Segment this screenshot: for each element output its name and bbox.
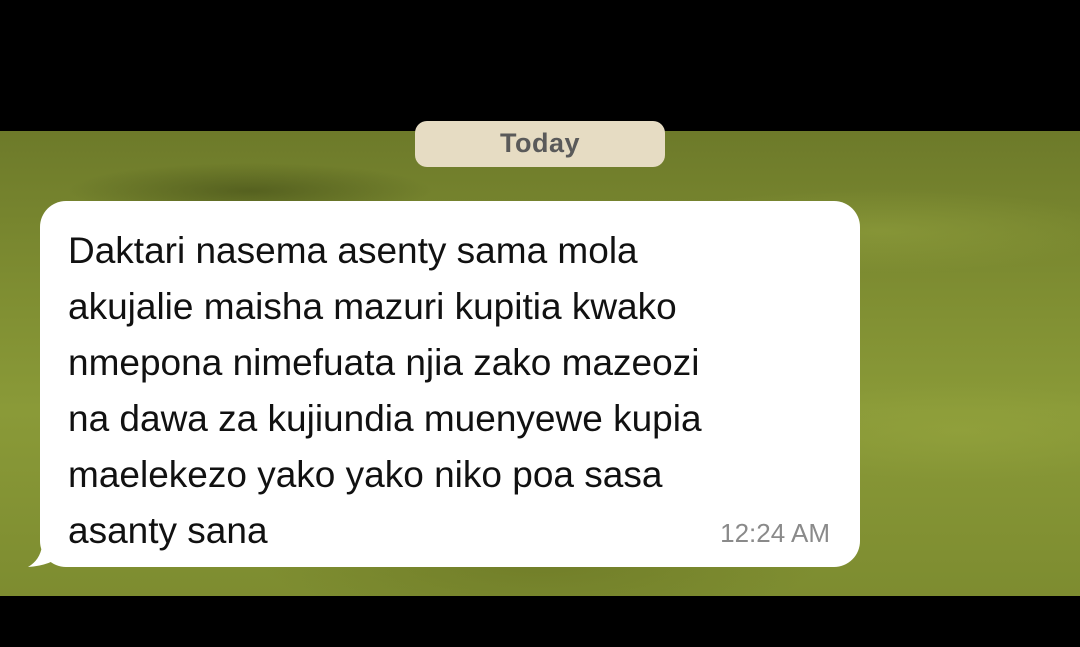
message-timestamp: 12:24 AM bbox=[720, 518, 830, 548]
date-separator: Today bbox=[415, 121, 665, 167]
bottom-black-bar bbox=[0, 596, 1080, 647]
incoming-message-bubble[interactable]: Daktari nasema asenty sama mola akujalie… bbox=[40, 201, 860, 567]
top-black-bar bbox=[0, 0, 1080, 131]
chat-screen: Today Daktari nasema asenty sama mola ak… bbox=[0, 0, 1080, 647]
message-text: Daktari nasema asenty sama mola akujalie… bbox=[68, 230, 702, 551]
